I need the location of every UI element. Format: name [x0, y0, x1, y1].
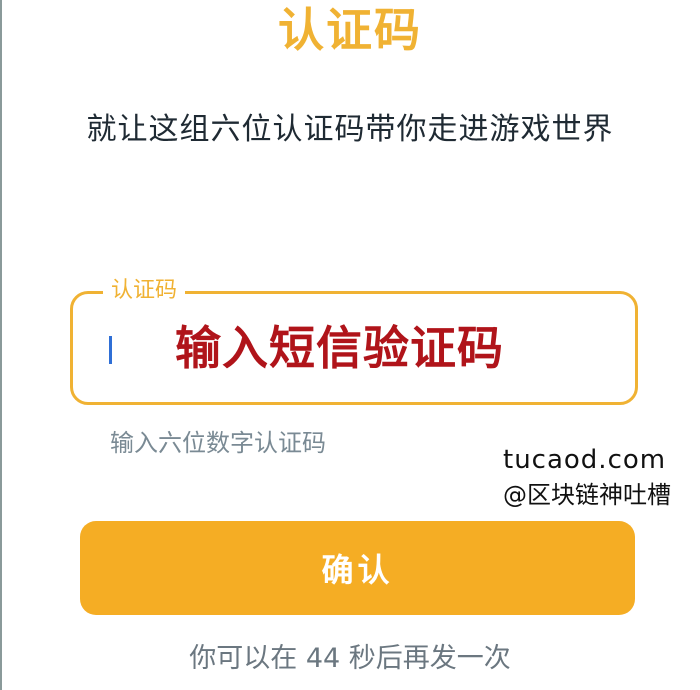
annotation-overlay-text: 输入短信验证码	[175, 321, 504, 375]
verification-code-field[interactable]: 认证码 输入短信验证码	[70, 276, 638, 405]
resend-countdown-text: 你可以在 44 秒后再发一次	[189, 643, 511, 674]
watermark-author: @区块链神吐槽	[503, 481, 671, 509]
watermark-site: tucaod.com	[503, 445, 667, 475]
code-field-label: 认证码	[103, 276, 186, 306]
page-title: 认证码	[278, 3, 422, 57]
verification-page: 认证码 就让这组六位认证码带你走进游戏世界 认证码 输入短信验证码 输入六位数字…	[0, 0, 700, 690]
left-edge-divider	[0, 0, 2, 690]
text-caret	[109, 336, 112, 364]
page-subtitle: 就让这组六位认证码带你走进游戏世界	[86, 112, 614, 147]
confirm-button[interactable]: 确认	[80, 521, 635, 615]
code-field-hint: 输入六位数字认证码	[110, 429, 326, 457]
